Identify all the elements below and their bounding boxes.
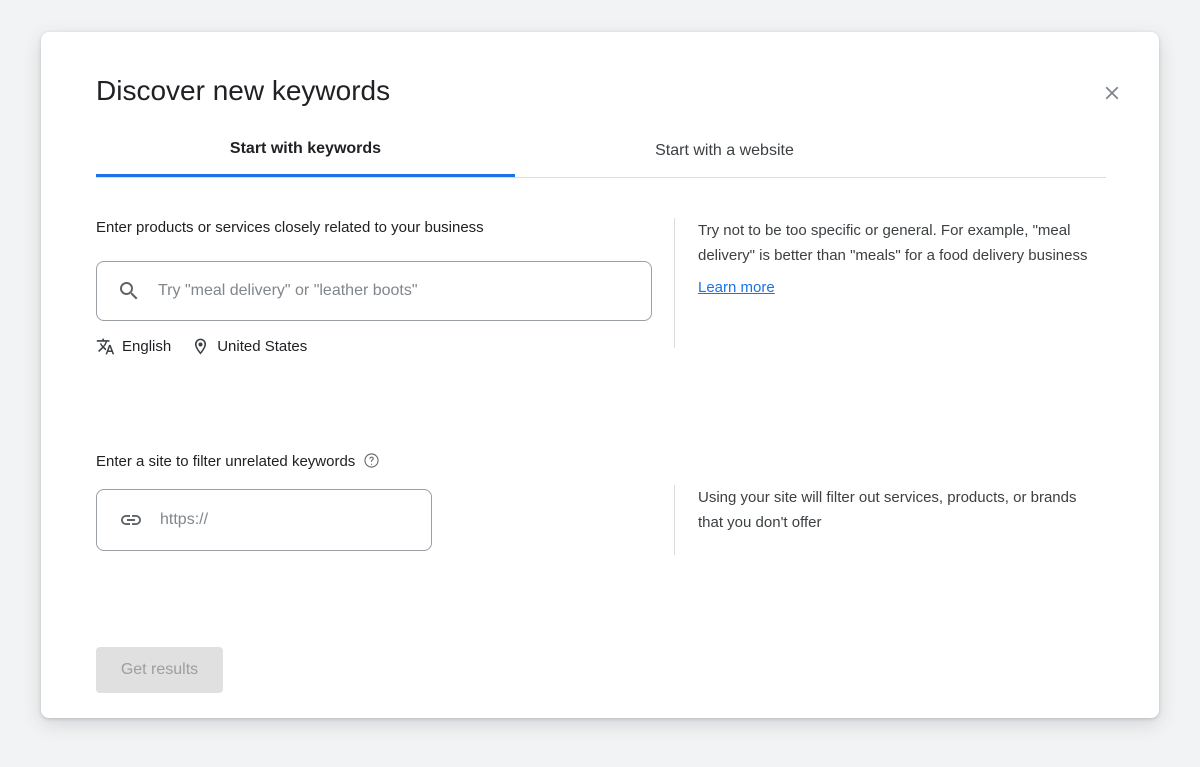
tab-start-with-keywords[interactable]: Start with keywords [96,124,515,177]
keywords-search-field[interactable] [96,261,652,321]
site-field-label: Enter a site to filter unrelated keyword… [96,452,380,472]
keywords-helper-panel: Try not to be too specific or general. F… [674,218,1094,348]
site-helper-text: Using your site will filter out services… [698,489,1077,531]
tab-start-with-a-website[interactable]: Start with a website [515,124,934,177]
link-icon [119,508,143,532]
site-url-field[interactable] [96,489,432,551]
language-selector[interactable]: English [96,337,171,356]
tab-bar: Start with keywords Start with a website [96,124,1106,178]
location-label: United States [217,337,308,355]
keywords-meta-row: English United States [96,335,307,357]
help-circle-icon[interactable] [363,452,380,469]
page-title: Discover new keywords [96,75,391,106]
learn-more-link[interactable]: Learn more [698,279,775,296]
keywords-field-label: Enter products or services closely relat… [96,219,484,236]
discover-keywords-dialog: Discover new keywords Start with keyword… [41,32,1159,718]
location-pin-icon [191,337,210,356]
site-field-label-text: Enter a site to filter unrelated keyword… [96,453,356,470]
site-url-input[interactable] [160,511,431,529]
search-input[interactable] [158,282,651,300]
get-results-button[interactable]: Get results [96,647,223,693]
close-icon [1101,82,1123,104]
translate-icon [96,337,115,356]
location-selector[interactable]: United States [191,337,307,356]
tab-label: Start with a website [655,141,794,159]
language-label: English [122,337,172,355]
site-helper-panel: Using your site will filter out services… [674,485,1094,555]
keywords-helper-text: Try not to be too specific or general. F… [698,222,1088,264]
tab-label: Start with keywords [229,140,382,157]
close-button[interactable] [1095,76,1129,110]
search-icon [117,279,141,303]
